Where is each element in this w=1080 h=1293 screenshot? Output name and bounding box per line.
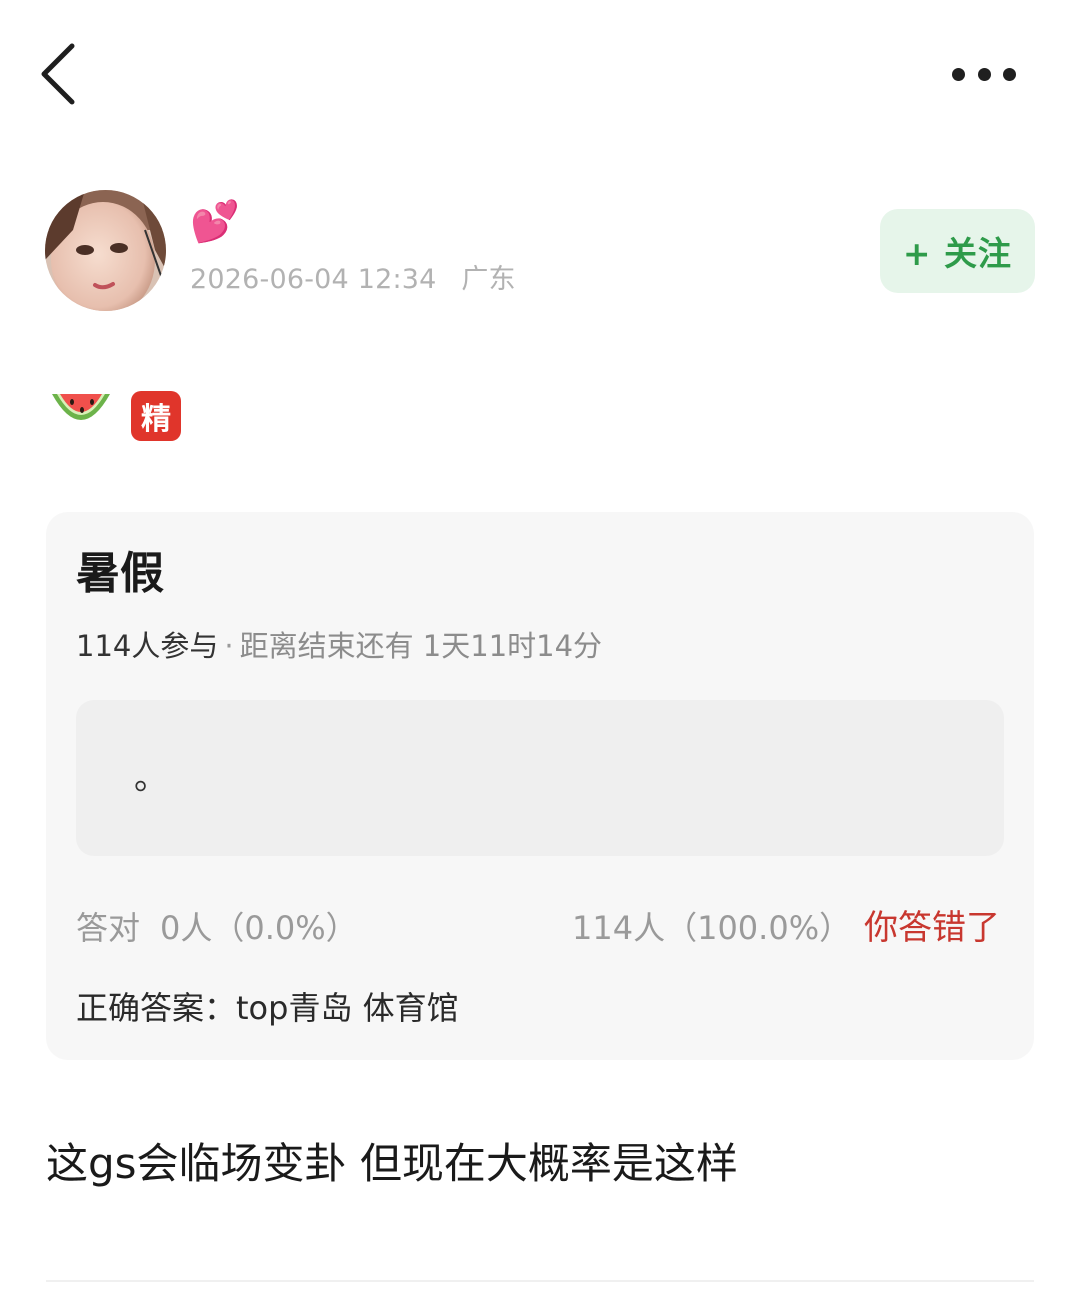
user-answer-option[interactable]: 。 <box>76 700 1004 856</box>
quiz-participants: 114人参与 <box>76 629 219 663</box>
featured-badge: 精 <box>131 391 181 441</box>
more-button[interactable] <box>944 56 1024 92</box>
post-location: 广东 <box>461 264 516 295</box>
chevron-left-icon <box>41 43 75 105</box>
quiz-countdown: 距离结束还有 1天11时14分 <box>239 629 603 663</box>
more-dot <box>977 67 991 81</box>
user-answer-text: 。 <box>134 758 168 798</box>
stats-separator: · <box>224 629 234 663</box>
watermelon-icon <box>48 384 114 442</box>
wrong-count: 114人（100.0%） <box>572 909 852 947</box>
post-datetime: 2026-06-04 12:34 <box>190 264 437 295</box>
more-dots-icon <box>952 67 965 81</box>
right-answer: 正确答案：top青岛 体育馆 <box>76 989 459 1027</box>
post-meta: 2026-06-04 12:34 广东 <box>190 262 516 298</box>
post-body-text: 这gs会临场变卦 但现在大概率是这样 <box>46 1139 738 1188</box>
correct-label: 答对 <box>76 909 141 947</box>
author-nickname[interactable]: 💕 <box>190 198 240 246</box>
quiz-title: 暑假 <box>76 548 164 599</box>
correct-stats: 答对 0人（0.0%） <box>76 906 358 950</box>
more-dot <box>1003 67 1016 81</box>
correct-count: 0人（0.0%） <box>160 909 358 947</box>
divider <box>46 1280 1034 1282</box>
avatar[interactable] <box>45 190 166 311</box>
quiz-stats: 114人参与 · 距离结束还有 1天11时14分 <box>76 626 602 666</box>
quiz-card: 暑假 114人参与 · 距离结束还有 1天11时14分 。 答对 0人（0.0%） 1… <box>46 512 1034 1060</box>
post-detail-page: 💕 2026-06-04 12:34 广东 + 关注 精 暑假 114人参与 · 距… <box>0 0 1080 1293</box>
follow-button[interactable]: + 关注 <box>880 209 1035 293</box>
back-button[interactable] <box>34 38 94 110</box>
avatar-image <box>45 190 166 311</box>
result-label: 你答错了 <box>864 908 1000 948</box>
